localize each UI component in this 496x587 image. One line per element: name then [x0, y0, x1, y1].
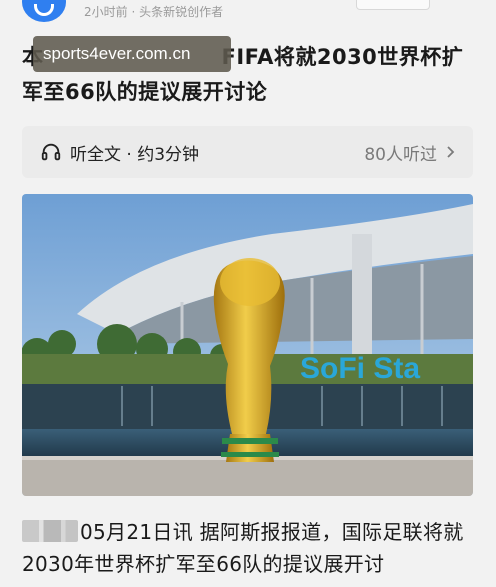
listen-count: 80人听过 — [364, 144, 437, 165]
listen-label: 听全文 · 约3分钟 — [70, 144, 200, 165]
follow-button[interactable] — [356, 0, 430, 10]
author-avatar[interactable] — [22, 0, 66, 22]
post-meta: 2小时前 · 头条新锐创作者 — [84, 5, 224, 19]
blurred-date-prefix — [22, 520, 78, 542]
article-header: 2小时前 · 头条新锐创作者 — [0, 0, 496, 26]
article-photo[interactable]: SoFi Sta — [22, 194, 473, 496]
sofi-stadium-sign: SoFi Sta — [300, 352, 420, 385]
chevron-right-icon — [447, 146, 455, 158]
site-watermark: sports4ever.com.cn — [33, 36, 231, 72]
article-body-text: 05月21日讯 据阿斯报报道，国际足联将就2030年世界杯扩军至66队的提议展开… — [22, 520, 464, 576]
article-body: 05月21日讯 据阿斯报报道，国际足联将就2030年世界杯扩军至66队的提议展开… — [22, 516, 478, 580]
headphones-icon — [41, 143, 61, 161]
listen-full-text-bar[interactable]: 听全文 · 约3分钟 80人听过 — [22, 126, 473, 178]
world-cup-trophy-stadium-image: SoFi Sta — [22, 194, 473, 496]
